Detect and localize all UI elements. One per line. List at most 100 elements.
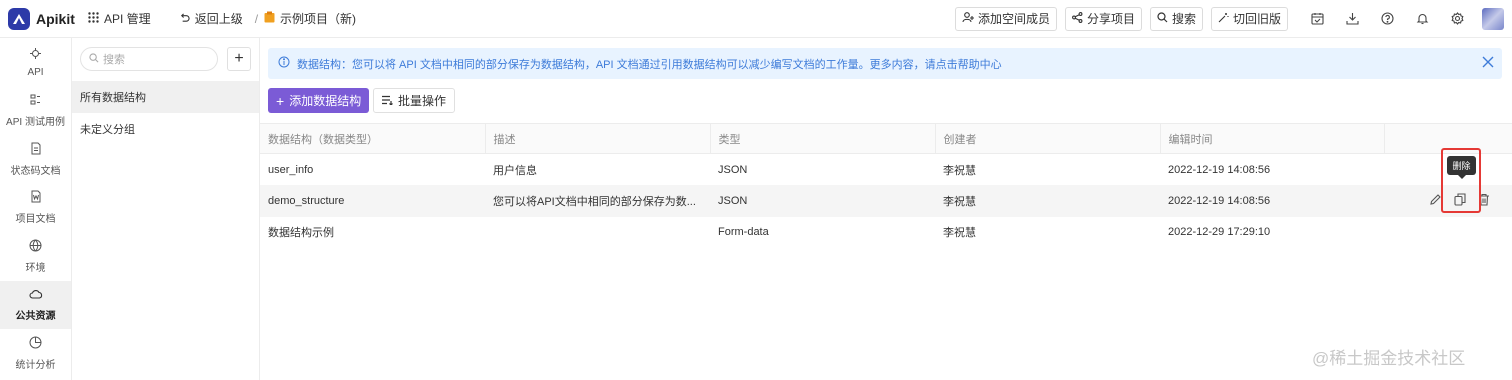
share-icon — [1072, 11, 1083, 26]
add-member-button[interactable]: 添加空间成员 — [954, 6, 1057, 31]
group-item-undefined[interactable]: 未定义分组 — [72, 113, 259, 145]
group-search-input[interactable]: 搜索 — [80, 47, 218, 71]
avatar[interactable] — [1482, 7, 1504, 30]
column-header-type[interactable]: 类型 — [710, 123, 936, 154]
back-button[interactable]: 返回上级 — [179, 10, 243, 27]
sidebar-item-label: 状态码文档 — [10, 165, 61, 177]
api-manage-label: API 管理 — [104, 12, 151, 26]
calendar-check-icon[interactable] — [1306, 8, 1328, 30]
project-breadcrumb[interactable]: 示例项目（新) — [264, 10, 356, 27]
cell-actions — [1384, 217, 1512, 249]
cell-creator: 李祝慧 — [943, 164, 976, 177]
pie-chart-icon — [29, 336, 42, 352]
table-header-row: 数据结构（数据类型） 描述 类型 创建者 编辑时间 — [260, 123, 1512, 154]
batch-operation-button[interactable]: 批量操作 — [373, 88, 456, 113]
table-row[interactable]: 数据结构示例 Form-data 李祝慧 2022-12-29 17:29:10 — [260, 217, 1512, 249]
info-icon — [278, 56, 290, 71]
cell-actions — [1384, 185, 1512, 217]
sidebar-item-api-test-case[interactable]: API 测试用例 — [0, 87, 71, 136]
copy-icon[interactable] — [1454, 193, 1466, 209]
sidebar-item-label: API 测试用例 — [6, 117, 65, 129]
cell-type: Form-data — [718, 226, 769, 239]
api-manage-menu[interactable]: API 管理 — [88, 10, 151, 27]
info-banner: 数据结构：您可以将 API 文档中相同的部分保存为数据结构，API 文档通过引用… — [268, 48, 1502, 79]
table-row[interactable]: user_info 用户信息 JSON 李祝慧 2022-12-19 14:08… — [260, 154, 1512, 186]
column-header-actions — [1384, 123, 1512, 154]
group-item-all[interactable]: 所有数据结构 — [72, 81, 259, 113]
banner-text: 数据结构：您可以将 API 文档中相同的部分保存为数据结构，API 文档通过引用… — [297, 58, 1002, 71]
sidebar-item-label: 公共资源 — [15, 310, 56, 322]
sidebar-item-status-doc[interactable]: 状态码文档 — [0, 135, 71, 184]
batch-operation-label: 批量操作 — [398, 94, 447, 108]
sidebar-item-environment[interactable]: 环境 — [0, 232, 71, 281]
add-data-structure-button[interactable]: + 添加数据结构 — [268, 88, 370, 113]
table-row[interactable]: demo_structure 您可以将API文档中相同的部分保存为数... JS… — [260, 185, 1512, 217]
sidebar-item-label: 环境 — [25, 262, 46, 274]
api-icon — [29, 47, 42, 63]
cell-type: JSON — [710, 185, 935, 217]
cell-creator: 李祝慧 — [943, 227, 976, 240]
sidebar-item-label: 项目文档 — [15, 214, 56, 226]
breadcrumb-separator: / — [254, 11, 259, 26]
sidebar-item-public-resources[interactable]: 公共资源 — [0, 280, 71, 329]
status-doc-icon — [30, 142, 42, 158]
cell-description: 您可以将API文档中相同的部分保存为数... — [485, 185, 710, 217]
watermark-text: @稀土掘金技术社区 — [1312, 349, 1466, 368]
sidebar-item-statistics[interactable]: 统计分析 — [0, 329, 71, 378]
close-icon[interactable] — [1482, 56, 1494, 71]
share-button[interactable]: 分享项目 — [1064, 6, 1142, 31]
watermark: @稀土掘金技术社区 — [1312, 344, 1465, 369]
left-sidebar: API API 测试用例 状态码文档 项目文档 环境 公共资源 统计分析 — [0, 38, 72, 380]
sidebar-item-api[interactable]: API — [0, 38, 71, 87]
group-panel: 搜索 + 所有数据结构 未定义分组 — [72, 38, 260, 380]
sidebar-item-label: 统计分析 — [15, 359, 56, 371]
project-doc-icon — [30, 190, 42, 206]
search-icon — [1157, 11, 1168, 26]
search-label: 搜索 — [1171, 12, 1196, 26]
cell-edit-time: 2022-12-19 14:08:56 — [1160, 185, 1384, 217]
tooltip-text: 删除 — [1452, 161, 1471, 171]
environment-icon — [29, 239, 42, 255]
column-header-edit-time[interactable]: 编辑时间 — [1160, 123, 1385, 154]
cell-name[interactable]: user_info — [260, 154, 485, 186]
download-icon[interactable] — [1341, 8, 1363, 30]
column-header-name[interactable]: 数据结构（数据类型） — [260, 123, 486, 154]
cell-edit-time: 2022-12-19 14:08:56 — [1168, 163, 1271, 176]
bell-icon[interactable] — [1411, 8, 1433, 30]
app-logo[interactable]: Apikit — [0, 7, 80, 30]
gear-icon[interactable] — [1446, 8, 1468, 30]
add-group-button[interactable]: + — [227, 47, 251, 71]
help-icon[interactable] — [1376, 8, 1398, 30]
cell-name[interactable]: demo_structure — [260, 185, 485, 217]
sidebar-item-project-doc[interactable]: 项目文档 — [0, 184, 71, 233]
edit-icon[interactable] — [1429, 193, 1442, 209]
cell-description: 用户信息 — [493, 164, 537, 177]
project-name: 示例项目（新) — [280, 12, 357, 26]
undo-icon — [179, 12, 190, 26]
plus-icon: + — [234, 50, 244, 67]
cell-creator: 李祝慧 — [935, 185, 1160, 217]
add-member-label: 添加空间成员 — [977, 12, 1050, 26]
add-data-structure-label: 添加数据结构 — [289, 94, 362, 108]
plus-icon: + — [276, 92, 285, 109]
column-header-description[interactable]: 描述 — [485, 123, 711, 154]
cell-description — [485, 217, 710, 249]
app-name: Apikit — [36, 10, 75, 27]
cell-name[interactable]: 数据结构示例 — [260, 217, 485, 249]
data-structure-table: 数据结构（数据类型） 描述 类型 创建者 编辑时间 user_info 用户信息… — [260, 123, 1512, 248]
group-item-label: 未定义分组 — [80, 124, 135, 136]
switch-old-version-button[interactable]: 切回旧版 — [1210, 6, 1288, 31]
sidebar-item-label: API — [27, 66, 44, 78]
test-case-icon — [29, 93, 42, 109]
cell-edit-time: 2022-12-29 17:29:10 — [1168, 226, 1271, 239]
delete-tooltip: 删除 — [1447, 156, 1476, 179]
column-header-creator[interactable]: 创建者 — [935, 123, 1161, 154]
search-button[interactable]: 搜索 — [1149, 6, 1203, 31]
delete-icon[interactable] — [1478, 193, 1490, 209]
group-item-label: 所有数据结构 — [80, 92, 146, 104]
main-content: 数据结构：您可以将 API 文档中相同的部分保存为数据结构，API 文档通过引用… — [260, 38, 1512, 380]
cloud-icon — [28, 288, 43, 303]
group-search-placeholder: 搜索 — [103, 54, 125, 66]
magic-wand-icon — [1218, 12, 1229, 26]
switch-old-label: 切回旧版 — [1232, 12, 1281, 26]
